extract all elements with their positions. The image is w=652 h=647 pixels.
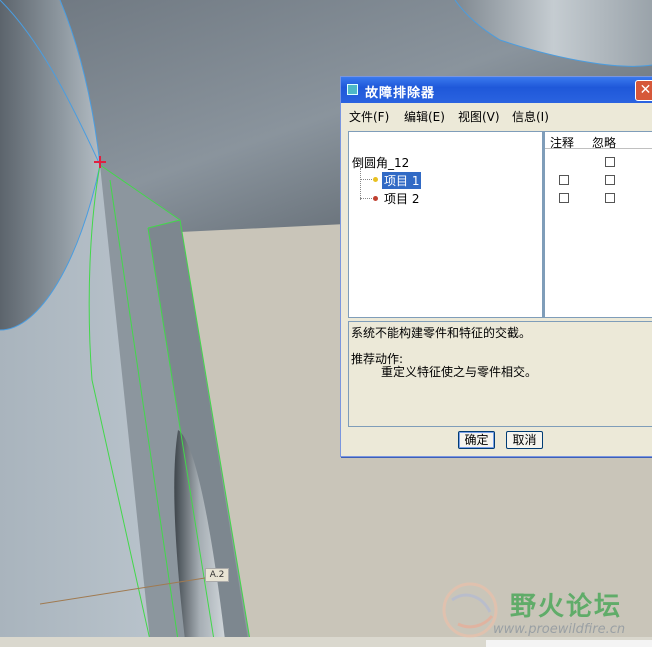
ignore-checkbox-item1[interactable] (605, 175, 615, 185)
menu-edit[interactable]: 编辑(E) (404, 108, 445, 125)
watermark-url: www.proewildfire.cn (493, 622, 626, 637)
ok-button[interactable]: 确定 (458, 431, 495, 449)
error-message: 系统不能构建零件和特征的交截。 (351, 326, 532, 340)
watermark-text: 野火论坛 (510, 592, 623, 622)
item-status-icon (373, 196, 378, 201)
tree-connector (360, 198, 372, 199)
app-icon (347, 84, 358, 95)
tree-item-1[interactable]: 项目 1 (382, 172, 422, 189)
ignore-checkbox-root[interactable] (605, 157, 615, 167)
recommended-action-text: 重定义特征使之与零件相交。 (381, 365, 538, 379)
header-divider (545, 148, 652, 149)
feature-tree[interactable]: 倒圆角_12 项目 1 项目 2 (348, 131, 543, 318)
note-checkbox-item2[interactable] (559, 193, 569, 203)
troubleshooter-dialog: 故障排除器 ✕ 文件(F) 编辑(E) 视图(V) 信息(I) 倒圆角_12 项… (340, 76, 652, 457)
note-checkbox-item1[interactable] (559, 175, 569, 185)
title-bar[interactable]: 故障排除器 ✕ (341, 77, 652, 103)
menu-bar: 文件(F) 编辑(E) 视图(V) 信息(I) (341, 105, 652, 125)
ignore-checkbox-item2[interactable] (605, 193, 615, 203)
column-divider[interactable] (543, 132, 545, 317)
dialog-title: 故障排除器 (365, 86, 436, 101)
menu-view[interactable]: 视图(V) (458, 108, 500, 125)
menu-info[interactable]: 信息(I) (512, 108, 549, 125)
cancel-button[interactable]: 取消 (506, 431, 543, 449)
message-panel: 系统不能构建零件和特征的交截。 推荐动作: 重定义特征使之与零件相交。 (348, 321, 652, 427)
item-status-icon (373, 177, 378, 182)
tree-connector (360, 179, 372, 180)
dimension-tag: A.2 (205, 568, 229, 582)
tree-connector (360, 168, 361, 200)
option-columns: 注释 忽略 (543, 131, 652, 318)
menu-file[interactable]: 文件(F) (349, 108, 389, 125)
tree-item-2[interactable]: 项目 2 (384, 190, 419, 207)
close-button[interactable]: ✕ (635, 80, 652, 101)
close-icon: ✕ (639, 82, 652, 98)
